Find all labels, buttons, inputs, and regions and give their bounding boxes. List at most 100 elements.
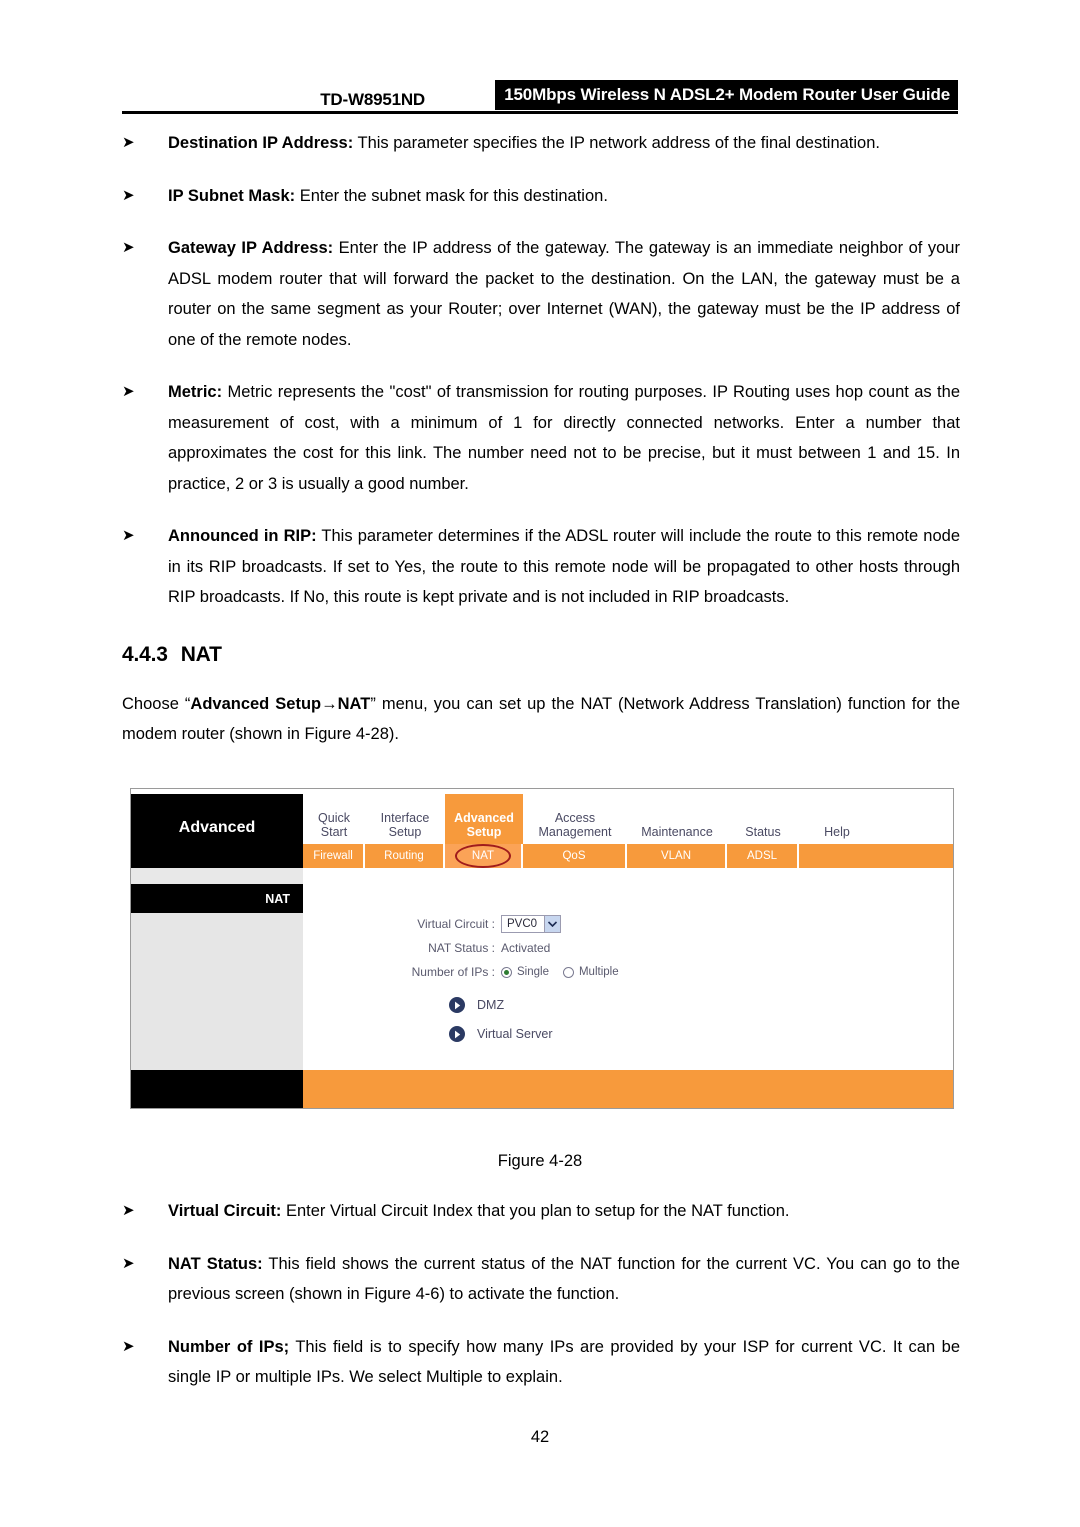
list-item-term: Metric: [168, 383, 223, 401]
intro-paragraph: Choose “Advanced Setup→NAT” menu, you ca… [122, 689, 960, 750]
sidebar-fill [131, 913, 303, 1070]
bullet-arrow-icon: ➤ [122, 134, 135, 151]
router-sidebar: NAT [131, 884, 303, 1070]
virtual-circuit-row: Virtual Circuit : PVC0 [387, 912, 953, 936]
tab-status[interactable]: Status [727, 794, 799, 844]
sidebar-gray-strip [131, 868, 303, 884]
list-item-term: NAT Status: [168, 1254, 263, 1273]
bullet-arrow-icon: ➤ [122, 1202, 135, 1219]
list-item-text: This field shows the current status of t… [168, 1254, 960, 1304]
lower-content: ➤ Virtual Circuit: Enter Virtual Circuit… [122, 1196, 960, 1415]
virtual-circuit-select[interactable]: PVC0 [501, 915, 562, 933]
list-item: ➤ Announced in RIP: This parameter deter… [122, 521, 960, 613]
subtab-nat-label: NAT [471, 850, 495, 862]
subnav-left-black [131, 844, 303, 868]
subtab-firewall[interactable]: Firewall [303, 844, 365, 868]
router-footer-row [131, 1070, 953, 1108]
radio-single[interactable] [501, 966, 512, 978]
subtab-adsl[interactable]: ADSL [727, 844, 799, 868]
number-of-ips-label: Number of IPs : [411, 965, 495, 979]
list-item: ➤ Virtual Circuit: Enter Virtual Circuit… [122, 1196, 960, 1227]
list-item-term: Announced in RIP: [168, 527, 317, 545]
router-ui-figure: Advanced Quick Start Interface Setup Adv… [130, 788, 954, 1109]
router-subnav-row: Firewall Routing NAT QoS VLAN ADSL [131, 844, 953, 868]
subtab-nat[interactable]: NAT [445, 844, 523, 868]
document-page: TD-W8951ND 150Mbps Wireless N ADSL2+ Mod… [0, 0, 1080, 1527]
virtual-circuit-label: Virtual Circuit : [417, 917, 495, 931]
section-title: NAT [180, 642, 222, 666]
subtab-vlan[interactable]: VLAN [627, 844, 727, 868]
router-primary-nav: Quick Start Interface Setup Advanced Set… [303, 794, 953, 844]
list-item: ➤ Destination IP Address: This parameter… [122, 128, 960, 159]
header-rule [122, 111, 958, 114]
bullet-arrow-icon: ➤ [122, 239, 135, 256]
list-item-text: Enter Virtual Circuit Index that you pla… [281, 1202, 790, 1220]
section-number: 4.4.3 [122, 642, 168, 666]
list-item: ➤ Gateway IP Address: Enter the IP addre… [122, 233, 960, 355]
list-item-term: Virtual Circuit: [168, 1202, 282, 1220]
bullet-arrow-icon: ➤ [122, 1337, 135, 1355]
figure-caption: Figure 4-28 [497, 1152, 583, 1170]
virtual-circuit-value: PVC0 [507, 918, 538, 930]
list-item-term: Destination IP Address: [168, 134, 354, 152]
tab-access-management[interactable]: Access Management [523, 794, 627, 844]
footer-orange-bar [303, 1070, 953, 1108]
header-model-name: TD-W8951ND [320, 90, 425, 109]
intro-menu-path: Advanced Setup→NAT [190, 694, 371, 713]
list-item: ➤ NAT Status: This field shows the curre… [122, 1249, 960, 1310]
virtual-server-link-row[interactable]: Virtual Server [387, 1026, 953, 1042]
list-item-text: Enter the subnet mask for this destinati… [295, 186, 608, 205]
intro-lead: Choose “ [122, 694, 191, 713]
play-arrow-icon [449, 997, 465, 1013]
list-item: ➤ Metric: Metric represents the "cost" o… [122, 377, 960, 499]
router-brand-box: Advanced [131, 794, 303, 844]
radio-single-label: Single [517, 966, 549, 978]
chevron-down-icon[interactable] [544, 916, 561, 932]
list-item: ➤ Number of IPs; This field is to specif… [122, 1332, 960, 1393]
router-nav-row: Advanced Quick Start Interface Setup Adv… [131, 794, 953, 844]
header-title-banner: 150Mbps Wireless N ADSL2+ Modem Router U… [495, 80, 958, 110]
radio-multiple[interactable] [562, 966, 574, 978]
number-of-ips-radios: Single Multiple [501, 966, 628, 978]
bullet-arrow-icon: ➤ [122, 527, 135, 544]
tab-maintenance[interactable]: Maintenance [627, 794, 727, 844]
bullet-arrow-icon: ➤ [122, 186, 135, 204]
tab-interface-setup[interactable]: Interface Setup [365, 794, 445, 844]
router-web-ui: Advanced Quick Start Interface Setup Adv… [130, 788, 954, 1109]
list-item-text: Metric represents the "cost" of transmis… [168, 383, 960, 493]
virtual-server-link-label: Virtual Server [477, 1027, 553, 1041]
strip-filler [303, 868, 953, 884]
nat-status-label: NAT Status : [428, 941, 495, 955]
subtab-routing[interactable]: Routing [365, 844, 445, 868]
radio-multiple-label: Multiple [578, 966, 619, 978]
dmz-link-label: DMZ [477, 998, 505, 1012]
list-item-term: Gateway IP Address: [168, 239, 334, 257]
bullet-arrow-icon: ➤ [122, 1254, 135, 1272]
router-content-panel: Virtual Circuit : PVC0 NAT Status : Acti… [303, 884, 953, 1070]
list-item-term: Number of IPs; [168, 1337, 290, 1356]
dmz-link-row[interactable]: DMZ [387, 997, 953, 1013]
upper-content: ➤ Destination IP Address: This parameter… [122, 128, 960, 758]
page-number: 42 [530, 1428, 550, 1446]
nat-status-row: NAT Status : Activated [387, 936, 953, 960]
nat-status-value: Activated [501, 941, 551, 955]
router-sub-nav: Firewall Routing NAT QoS VLAN ADSL [303, 844, 953, 868]
play-arrow-icon [449, 1026, 465, 1042]
sidebar-title-nat: NAT [131, 884, 303, 913]
number-of-ips-row: Number of IPs : Single Multiple [387, 960, 953, 984]
bullet-arrow-icon: ➤ [122, 383, 135, 400]
subtab-qos[interactable]: QoS [523, 844, 627, 868]
tab-help[interactable]: Help [799, 794, 875, 844]
section-heading: 4.4.3 NAT [122, 643, 960, 667]
running-header: TD-W8951ND 150Mbps Wireless N ADSL2+ Mod… [122, 80, 958, 114]
footer-black-block [131, 1070, 303, 1108]
list-item-text: This parameter specifies the IP network … [353, 134, 880, 152]
list-item-term: IP Subnet Mask: [168, 186, 296, 205]
router-strip-row [131, 868, 953, 884]
list-item: ➤ IP Subnet Mask: Enter the subnet mask … [122, 181, 960, 212]
tab-quick-start[interactable]: Quick Start [303, 794, 365, 844]
subnav-spacer [799, 844, 953, 868]
router-body-row: NAT Virtual Circuit : PVC0 NAT Status: … [131, 884, 953, 1070]
tab-advanced-setup[interactable]: Advanced Setup [445, 794, 523, 844]
